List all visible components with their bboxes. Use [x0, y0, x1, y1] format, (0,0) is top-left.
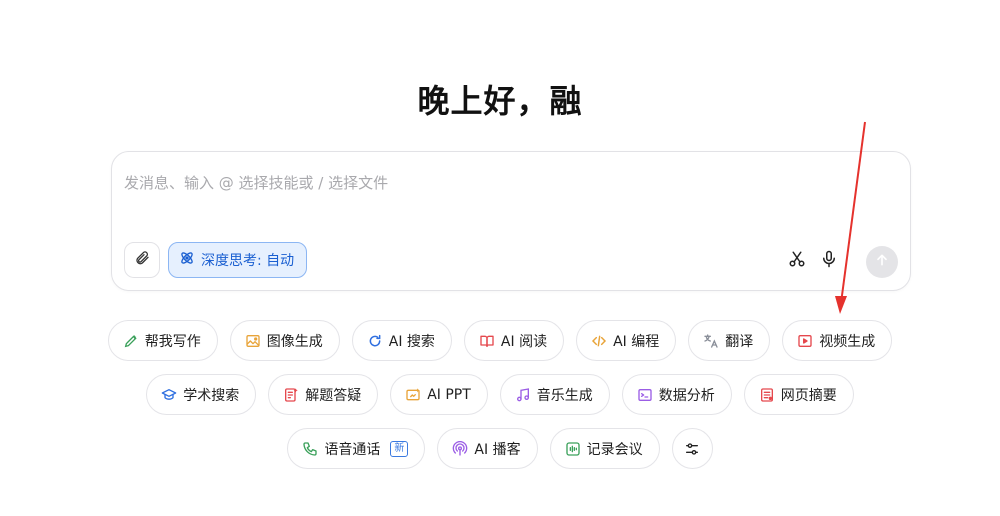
- screenshot-button[interactable]: [787, 251, 807, 271]
- skill-chip-chips_row3-2[interactable]: 记录会议: [549, 428, 660, 469]
- skill-chip-chips_row1-4[interactable]: AI 编程: [576, 320, 677, 361]
- skill-chip-label: AI 播客: [474, 441, 521, 458]
- arrow-up-icon: [874, 252, 890, 272]
- webpage-icon: [759, 387, 775, 403]
- search-refresh-icon: [367, 333, 383, 349]
- skill-chip-chips_row1-6[interactable]: 视频生成: [782, 320, 893, 361]
- book-icon: [479, 333, 495, 349]
- skill-chip-label: AI 阅读: [500, 333, 548, 350]
- voice-input-button[interactable]: [819, 250, 839, 272]
- atom-icon: [179, 250, 195, 270]
- skill-chips-row-2: 学术搜索 解题答疑 AI PPT 音乐生成 数据分析 网页摘要: [0, 374, 1000, 415]
- deep-think-label: 深度思考: 自动: [201, 253, 295, 269]
- image-icon: [245, 333, 261, 349]
- skill-chip-label: 学术搜索: [183, 387, 240, 404]
- skill-chip-label: 数据分析: [658, 387, 715, 404]
- skill-chip-chips_row2-3[interactable]: 音乐生成: [499, 374, 610, 415]
- code-icon: [591, 333, 607, 349]
- skill-chip-label: 翻译: [725, 333, 754, 350]
- terminal-icon: [637, 387, 653, 403]
- skill-chip-label: 帮我写作: [144, 333, 201, 350]
- more-skills-button[interactable]: [671, 428, 713, 469]
- skill-chip-chips_row1-3[interactable]: AI 阅读: [463, 320, 565, 361]
- skill-chip-chips_row2-0[interactable]: 学术搜索: [146, 374, 257, 415]
- phone-icon: [302, 441, 318, 457]
- ppt-icon: [405, 387, 421, 403]
- skill-chip-chips_row3-1[interactable]: AI 播客: [437, 428, 538, 469]
- skill-chip-label: AI 编程: [613, 333, 660, 350]
- podcast-icon: [452, 440, 468, 457]
- meeting-icon: [565, 441, 581, 457]
- video-icon: [797, 333, 813, 349]
- skill-chip-chips_row1-2[interactable]: AI 搜索: [351, 320, 452, 361]
- translate-icon: [703, 333, 719, 349]
- microphone-icon: [820, 250, 838, 272]
- scissors-icon: [788, 250, 806, 272]
- skill-chip-chips_row1-1[interactable]: 图像生成: [229, 320, 340, 361]
- skill-chip-chips_row2-1[interactable]: 解题答疑: [268, 374, 379, 415]
- skill-chip-chips_row1-5[interactable]: 翻译: [688, 320, 771, 361]
- skill-chip-chips_row3-0[interactable]: 语音通话新: [287, 428, 426, 469]
- question-doc-icon: [283, 387, 299, 403]
- greeting-title: 晚上好，融: [417, 82, 583, 120]
- skill-chip-label: 解题答疑: [305, 387, 362, 404]
- skill-chip-label: 音乐生成: [536, 387, 593, 404]
- music-icon: [515, 387, 531, 403]
- new-badge: 新: [390, 440, 409, 457]
- skill-chip-chips_row2-4[interactable]: 数据分析: [621, 374, 732, 415]
- skill-chip-label: 视频生成: [819, 333, 876, 350]
- graduation-cap-icon: [161, 387, 177, 403]
- skill-chip-label: 网页摘要: [780, 387, 837, 404]
- message-composer: 深度思考: 自动: [111, 151, 911, 291]
- attach-button[interactable]: [124, 242, 160, 278]
- skill-chip-label: 图像生成: [266, 333, 323, 350]
- skill-chip-label: AI PPT: [427, 386, 471, 403]
- sliders-icon: [684, 441, 700, 457]
- skill-chip-chips_row2-2[interactable]: AI PPT: [390, 374, 488, 415]
- message-input[interactable]: [124, 170, 884, 196]
- skill-chips-row-3: 语音通话新 AI 播客 记录会议: [0, 428, 1000, 469]
- skill-chip-label: 记录会议: [586, 441, 643, 458]
- skill-chip-chips_row2-5[interactable]: 网页摘要: [743, 374, 854, 415]
- send-button[interactable]: [866, 246, 898, 278]
- skill-chip-chips_row1-0[interactable]: 帮我写作: [107, 320, 218, 361]
- paperclip-icon: [134, 250, 150, 270]
- skill-chip-label: 语音通话: [324, 441, 381, 458]
- skill-chip-label: AI 搜索: [388, 333, 435, 350]
- deep-think-toggle[interactable]: 深度思考: 自动: [168, 242, 308, 278]
- pen-icon: [123, 333, 139, 349]
- skill-chips-row-1: 帮我写作 图像生成 AI 搜索 AI 阅读 AI 编程 翻译 视频生成: [0, 320, 1000, 361]
